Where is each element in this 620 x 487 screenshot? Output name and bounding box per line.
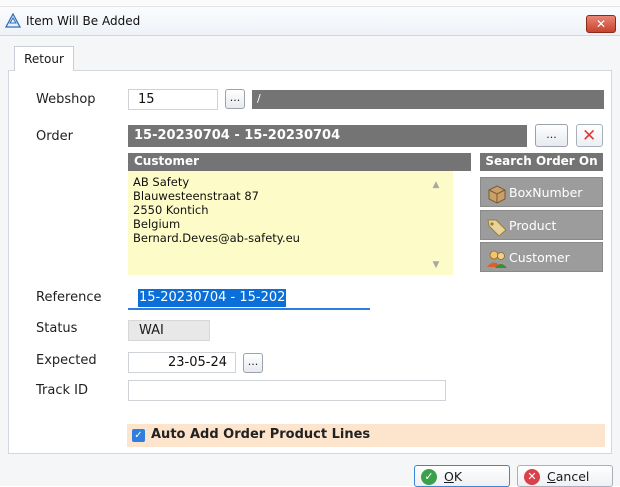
customer-header: Customer: [128, 153, 471, 171]
webshop-browse-button[interactable]: ...: [225, 89, 245, 109]
customer-address: AB Safety Blauwesteenstraat 87 2550 Kont…: [133, 175, 300, 245]
close-icon: ✕: [595, 17, 607, 31]
scroll-up-icon[interactable]: ▲: [430, 179, 442, 191]
expected-label: Expected: [36, 353, 97, 368]
red-x-icon: ✕: [582, 126, 597, 146]
tag-icon: [487, 219, 507, 237]
top-strip: [0, 0, 620, 7]
order-clear-button[interactable]: ✕: [576, 124, 603, 147]
order-label: Order: [36, 129, 73, 144]
reference-label: Reference: [36, 290, 102, 305]
search-order-on-header: Search Order On: [480, 153, 603, 171]
status-field: WAI: [128, 320, 210, 341]
cancel-icon: ✕: [524, 469, 540, 485]
app-icon: [5, 13, 21, 28]
title-bar: Item Will Be Added ✕: [0, 7, 620, 36]
status-label: Status: [36, 321, 78, 336]
auto-add-row[interactable]: ✓ Auto Add Order Product Lines: [127, 424, 605, 447]
ok-button[interactable]: ✓ OK: [414, 465, 510, 487]
order-browse-button[interactable]: ...: [535, 124, 568, 147]
tab-retour[interactable]: Retour: [14, 46, 74, 71]
webshop-label: Webshop: [36, 92, 96, 107]
people-icon: [487, 250, 507, 268]
cancel-label: Cancel: [547, 469, 589, 484]
check-icon: ✓: [421, 469, 437, 485]
search-boxnumber-label: BoxNumber: [509, 185, 583, 200]
ok-label: OK: [444, 469, 462, 484]
track-id-label: Track ID: [36, 383, 88, 398]
cancel-button[interactable]: ✕ Cancel: [517, 465, 613, 487]
auto-add-label: Auto Add Order Product Lines: [151, 427, 371, 442]
ok-label-rest: K: [453, 469, 463, 484]
window-title: Item Will Be Added: [26, 14, 141, 28]
search-product-label: Product: [509, 218, 557, 233]
track-id-field[interactable]: [128, 380, 446, 401]
order-field[interactable]: 15-20230704 - 15-20230704: [128, 125, 527, 147]
search-product-button[interactable]: Product: [480, 210, 603, 240]
search-customer-label: Customer: [509, 250, 570, 265]
reference-field[interactable]: 15-20230704 - 15-202: [128, 288, 370, 310]
scroll-down-icon[interactable]: ▼: [430, 259, 442, 271]
search-customer-button[interactable]: Customer: [480, 242, 603, 272]
search-boxnumber-button[interactable]: BoxNumber: [480, 177, 603, 207]
customer-memo[interactable]: AB Safety Blauwesteenstraat 87 2550 Kont…: [128, 171, 453, 275]
expected-date-field[interactable]: 23-05-24: [128, 352, 236, 373]
ok-accelerator: O: [444, 469, 454, 484]
auto-add-checkbox[interactable]: ✓: [132, 429, 145, 442]
webshop-id-field[interactable]: 15: [128, 89, 218, 110]
reference-value: 15-20230704 - 15-202: [138, 289, 287, 307]
cancel-label-rest: ancel: [555, 469, 590, 484]
box-icon: [488, 185, 506, 204]
close-button[interactable]: ✕: [586, 15, 616, 33]
expected-date-picker-button[interactable]: ...: [243, 353, 263, 373]
cancel-accelerator: C: [547, 469, 556, 484]
webshop-name-field: /: [252, 90, 604, 109]
